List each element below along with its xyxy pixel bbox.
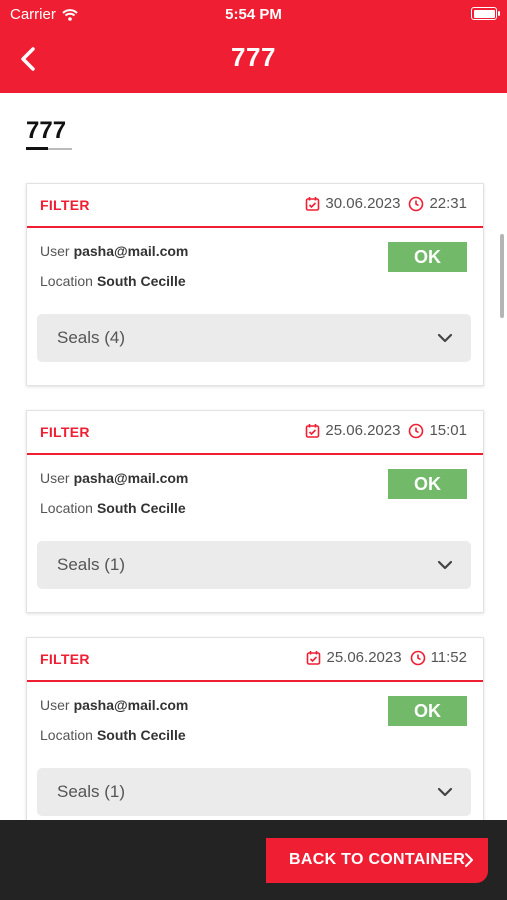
status-time: 5:54 PM <box>225 6 282 23</box>
back-to-container-label: BACK TO CONTAINER <box>289 851 466 868</box>
record-type: FILTER <box>40 197 90 213</box>
calendar-check-icon <box>306 197 320 211</box>
record-time: 15:01 <box>429 422 467 439</box>
record-time: 22:31 <box>429 195 467 212</box>
location-value: South Cecille <box>96 273 186 289</box>
record-datetime: 25.06.2023 11:52 <box>306 649 467 666</box>
user-value: pasha@mail.com <box>73 243 189 259</box>
page-title: 777 <box>231 42 276 72</box>
location-value: South Cecille <box>96 727 186 743</box>
location-label: Location <box>40 273 93 289</box>
location-value: South Cecille <box>96 500 186 516</box>
record-date: 25.06.2023 <box>325 422 401 439</box>
navigation-bar: 777 <box>0 30 507 93</box>
seals-dropdown[interactable]: Seals (4) <box>37 314 471 362</box>
filter-record-card: FILTER 25.06.2023 15:01 User pasha@mail.c… <box>26 410 484 613</box>
calendar-check-icon <box>306 424 320 438</box>
app-header: Carrier 5:54 PM 777 <box>0 0 507 93</box>
status-badge: OK <box>388 469 467 499</box>
chevron-down-icon <box>437 787 453 797</box>
battery-icon <box>471 7 500 20</box>
user-value: pasha@mail.com <box>73 697 189 713</box>
card-header: FILTER 30.06.2023 22:31 <box>27 184 483 228</box>
scrollbar[interactable] <box>500 234 504 318</box>
user-row: User pasha@mail.com <box>40 470 188 486</box>
record-date: 25.06.2023 <box>326 649 402 666</box>
seals-label: Seals (1) <box>57 782 126 801</box>
status-badge: OK <box>388 696 467 726</box>
record-type: FILTER <box>40 651 90 667</box>
filter-record-card: FILTER 30.06.2023 22:31 User pasha@mail.c… <box>26 183 484 386</box>
card-header: FILTER 25.06.2023 15:01 <box>27 411 483 455</box>
location-row: Location South Cecille <box>40 727 186 743</box>
location-row: Location South Cecille <box>40 500 186 516</box>
calendar-check-icon <box>307 651 321 665</box>
record-datetime: 30.06.2023 22:31 <box>305 195 467 212</box>
location-row: Location South Cecille <box>40 273 186 289</box>
bottom-bar: BACK TO CONTAINER <box>0 820 507 900</box>
chevron-down-icon <box>437 560 453 570</box>
back-to-container-button[interactable]: BACK TO CONTAINER <box>266 838 488 883</box>
record-time: 11:52 <box>430 649 467 666</box>
clock-icon <box>409 423 424 438</box>
seals-label: Seals (4) <box>57 328 126 347</box>
status-badge: OK <box>388 242 467 272</box>
filter-record-card: FILTER 25.06.2023 11:52 User pasha@mail.c… <box>26 637 484 840</box>
user-row: User pasha@mail.com <box>40 697 188 713</box>
record-date: 30.06.2023 <box>325 195 401 212</box>
location-label: Location <box>40 500 93 516</box>
record-datetime: 25.06.2023 15:01 <box>305 422 467 439</box>
clock-icon <box>409 196 424 211</box>
chevron-right-icon <box>465 853 473 867</box>
container-heading: 777 <box>26 117 67 144</box>
user-row: User pasha@mail.com <box>40 243 188 259</box>
user-label: User <box>40 697 70 713</box>
location-label: Location <box>40 727 93 743</box>
user-value: pasha@mail.com <box>73 470 189 486</box>
seals-dropdown[interactable]: Seals (1) <box>37 768 471 816</box>
seals-label: Seals (1) <box>57 555 126 574</box>
status-bar: Carrier 5:54 PM <box>0 0 507 30</box>
clock-icon <box>410 650 425 665</box>
chevron-down-icon <box>437 333 453 343</box>
user-label: User <box>40 243 70 259</box>
record-type: FILTER <box>40 424 90 440</box>
seals-dropdown[interactable]: Seals (1) <box>37 541 471 589</box>
card-header: FILTER 25.06.2023 11:52 <box>27 638 483 682</box>
user-label: User <box>40 470 70 486</box>
heading-underline <box>26 147 72 150</box>
